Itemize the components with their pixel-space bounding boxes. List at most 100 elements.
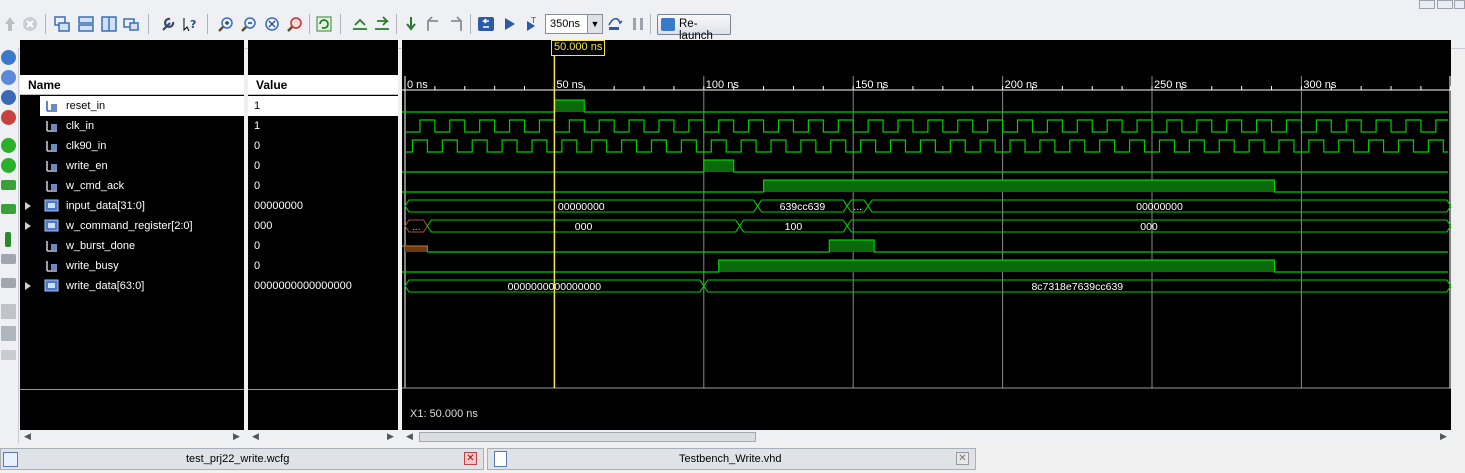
scroll-right-icon[interactable]: ▶ bbox=[1440, 431, 1447, 442]
go-to-end-icon[interactable] bbox=[372, 13, 392, 35]
scroll-right-icon[interactable]: ▶ bbox=[233, 431, 240, 442]
run-for-time-icon[interactable]: T bbox=[521, 13, 541, 35]
step-icon[interactable] bbox=[605, 13, 625, 35]
signal-value: 0000000000000000 bbox=[254, 280, 352, 292]
restore-icon[interactable] bbox=[1454, 0, 1465, 9]
cursor-readout: X1: 50.000 ns bbox=[410, 408, 478, 420]
value-column-header[interactable]: Value bbox=[248, 75, 398, 95]
wave-high-fill bbox=[554, 100, 585, 112]
marker-side-icon[interactable] bbox=[5, 232, 11, 247]
signal-row[interactable]: write_en bbox=[20, 156, 244, 176]
next-marker-side-icon[interactable] bbox=[1, 278, 16, 288]
name-scrollbar[interactable]: ◀ ▶ bbox=[20, 430, 244, 444]
tick-label: 200 ns bbox=[1005, 79, 1039, 91]
run-time-combobox[interactable]: 350ns ▼ bbox=[545, 14, 603, 34]
wave-high-fill bbox=[718, 260, 1275, 272]
signal-row[interactable]: reset_in bbox=[40, 96, 244, 116]
previous-marker-icon[interactable] bbox=[423, 13, 443, 35]
signal-name: clk_in bbox=[66, 120, 95, 132]
zoom-in-icon[interactable] bbox=[216, 13, 236, 35]
tile-horizontal-icon[interactable] bbox=[76, 13, 96, 35]
snap-icon[interactable] bbox=[1, 326, 16, 341]
close-icon[interactable]: ✕ bbox=[464, 452, 477, 465]
name-column-header[interactable]: Name bbox=[20, 75, 244, 95]
expand-arrow-icon[interactable] bbox=[25, 222, 31, 230]
run-icon[interactable] bbox=[499, 13, 519, 35]
wrench-icon[interactable] bbox=[158, 13, 178, 35]
cascade-windows-icon[interactable] bbox=[52, 13, 72, 35]
signal-row[interactable]: input_data[31:0] bbox=[20, 196, 244, 216]
signal-row[interactable]: w_cmd_ack bbox=[20, 176, 244, 196]
tick-label: 100 ns bbox=[706, 79, 740, 91]
tick-label: 50 ns bbox=[556, 79, 583, 91]
up-arrow-icon[interactable] bbox=[0, 13, 20, 35]
zoom-out-side-icon[interactable] bbox=[1, 70, 16, 85]
scroll-left-icon[interactable]: ◀ bbox=[252, 431, 259, 442]
tab-vhd[interactable]: Testbench_Write.vhd ✕ bbox=[487, 448, 976, 470]
signal-value: 0 bbox=[254, 260, 261, 272]
waveform-pane[interactable]: 0 ns 50 ns 100 ns 150 ns 200 ns 250 ns 300 ns 0… bbox=[402, 40, 1452, 430]
expand-arrow-icon[interactable] bbox=[25, 202, 31, 210]
wave-scrollbar[interactable]: ◀ ▶ bbox=[402, 430, 1451, 444]
float-window-icon[interactable] bbox=[121, 13, 141, 35]
signal-name: reset_in bbox=[66, 100, 106, 112]
signal-name: input_data[31:0] bbox=[66, 200, 145, 212]
name-pane-footer bbox=[20, 389, 244, 431]
signal-name: w_burst_done bbox=[66, 240, 136, 252]
signal-row[interactable]: write_busy bbox=[20, 256, 244, 276]
wave-scroll-thumb[interactable] bbox=[419, 432, 756, 442]
relaunch-button[interactable]: Re-launch bbox=[657, 14, 731, 42]
tile-vertical-icon[interactable] bbox=[99, 13, 119, 35]
zoom-in-side-icon[interactable] bbox=[1, 50, 16, 65]
minimize-icon[interactable] bbox=[1419, 0, 1435, 9]
go-to-start-icon[interactable] bbox=[350, 13, 370, 35]
signal-row[interactable]: w_command_register[2:0] bbox=[20, 216, 244, 236]
divider-icon[interactable] bbox=[1, 350, 16, 360]
tab-wcfg[interactable]: test_prj22_write.wcfg ✕ bbox=[0, 448, 484, 470]
help-context-icon[interactable]: ? bbox=[180, 13, 200, 35]
go-start-side-icon[interactable] bbox=[1, 204, 16, 214]
previous-edge-icon[interactable] bbox=[1, 138, 16, 153]
zoom-cursor-icon[interactable] bbox=[285, 13, 305, 35]
run-time-value: 350ns bbox=[550, 18, 580, 30]
bus-value-label: 00000000 bbox=[558, 201, 605, 213]
signal-row[interactable]: write_data[63:0] bbox=[20, 276, 244, 296]
prev-marker-side-icon[interactable] bbox=[1, 254, 16, 264]
zoom-fit-icon[interactable] bbox=[262, 13, 282, 35]
cursor-time-label[interactable]: 50.000 ns bbox=[551, 40, 606, 56]
zoom-fit-side-icon[interactable] bbox=[1, 90, 16, 105]
close-circle-icon[interactable] bbox=[20, 13, 40, 35]
scroll-left-icon[interactable]: ◀ bbox=[406, 431, 413, 442]
tab-vhd-label: Testbench_Write.vhd bbox=[679, 453, 782, 465]
value-pane-footer bbox=[248, 389, 398, 431]
close-icon[interactable]: ✕ bbox=[956, 452, 969, 465]
zoom-cursor-side-icon[interactable] bbox=[1, 110, 16, 125]
expand-arrow-icon[interactable] bbox=[25, 282, 31, 290]
value-scrollbar[interactable]: ◀ ▶ bbox=[248, 430, 398, 444]
marker-down-icon[interactable] bbox=[401, 13, 421, 35]
wave-segment bbox=[405, 119, 1448, 133]
signal-row[interactable]: clk90_in bbox=[20, 136, 244, 156]
signal-name: w_cmd_ack bbox=[66, 180, 125, 192]
signal-row[interactable]: w_burst_done bbox=[20, 236, 244, 256]
signal-value: 0 bbox=[254, 140, 261, 152]
swap-cursors-icon[interactable] bbox=[1, 304, 16, 319]
signal-value: 000 bbox=[254, 220, 273, 232]
chevron-down-icon[interactable]: ▼ bbox=[587, 15, 602, 33]
restart-icon[interactable] bbox=[476, 13, 496, 35]
scroll-left-icon[interactable]: ◀ bbox=[24, 431, 31, 442]
wave-high-fill bbox=[763, 180, 1275, 192]
pause-icon[interactable] bbox=[628, 13, 648, 35]
next-edge-icon[interactable] bbox=[1, 158, 16, 173]
signal-value: 1 bbox=[248, 96, 398, 116]
next-marker-icon[interactable] bbox=[446, 13, 466, 35]
scroll-right-icon[interactable]: ▶ bbox=[387, 431, 394, 442]
add-marker-icon[interactable] bbox=[1, 180, 16, 190]
logic-signal-icon bbox=[44, 139, 60, 153]
refresh-icon[interactable] bbox=[314, 13, 334, 35]
logic-signal-icon bbox=[44, 239, 60, 253]
wave-segment bbox=[402, 159, 1448, 173]
zoom-out-icon[interactable] bbox=[239, 13, 259, 35]
signal-row[interactable]: clk_in bbox=[20, 116, 244, 136]
maximize-icon[interactable] bbox=[1437, 0, 1453, 9]
